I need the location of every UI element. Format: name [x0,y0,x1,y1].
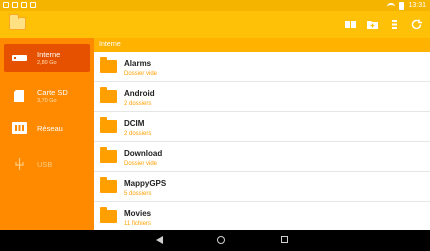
sidebar-item-size: 3,70 Go [37,98,57,104]
network-icon [12,122,27,134]
list-item[interactable]: Download Dossier vide [94,142,430,172]
sidebar-item-label: Carte SD [37,88,68,97]
clock: 13:31 [408,2,426,9]
breadcrumb: Interne [94,38,430,52]
file-name: DCIM [124,119,145,128]
folder-icon [100,207,117,223]
folder-icon [9,14,26,30]
list-item[interactable]: Android 2 dossiers [94,82,430,112]
sd-card-icon [14,90,24,102]
folder-icon [100,87,117,103]
file-name: MappyGPS [124,179,167,188]
recent-apps-icon[interactable] [281,236,288,243]
sidebar-item-size: 2,80 Go [37,60,57,66]
file-name: Android [124,89,155,98]
wifi-icon [387,2,396,9]
sidebar-item-network[interactable]: Réseau [4,114,90,142]
notification-icon [30,2,36,8]
notification-icon [12,2,18,8]
file-name: Download [124,149,163,158]
refresh-button[interactable] [407,15,426,34]
folder-icon [100,117,117,133]
file-meta: 11 fichiers [124,221,151,227]
file-meta: Dossier vide [124,71,158,77]
sidebar-item-sd-card[interactable]: Carte SD 3,70 Go [4,82,90,110]
internal-storage-icon [12,55,27,61]
folder-icon [100,177,117,193]
usb-icon [15,158,24,170]
home-icon[interactable] [217,236,225,244]
app-bar [0,11,430,38]
sidebar-item-label: Réseau [37,124,63,133]
app-bar-actions [341,15,426,34]
list-item[interactable]: MappyGPS 5 dossiers [94,172,430,202]
status-indicators: 13:31 [387,1,426,10]
sort-icon [392,20,397,29]
sidebar-item-usb[interactable]: USB [4,150,90,178]
breadcrumb-item[interactable]: Interne [99,41,121,48]
refresh-icon [411,19,422,30]
new-folder-icon [367,21,378,29]
sidebar-item-internal[interactable]: Interne 2,80 Go [4,44,90,72]
sidebar-item-label: Interne [37,50,61,59]
grid-view-icon [345,21,356,28]
folder-icon [100,147,117,163]
notification-icon [3,2,9,8]
battery-icon [399,1,405,10]
notification-icons [3,2,36,8]
list-item[interactable]: Movies 11 fichiers [94,202,430,230]
folder-icon [100,57,117,73]
file-meta: Dossier vide [124,161,158,167]
back-icon[interactable] [156,236,163,244]
sidebar-item-label: USB [37,160,53,169]
file-name: Alarms [124,59,152,68]
file-name: Movies [124,209,152,218]
status-bar: 13:31 [0,0,430,11]
notification-icon [21,2,27,8]
file-meta: 2 dossiers [124,101,152,107]
file-meta: 5 dossiers [124,191,152,197]
navigation-bar [0,230,430,251]
grid-view-button[interactable] [341,15,360,34]
sort-button[interactable] [385,15,404,34]
list-item[interactable]: DCIM 2 dossiers [94,112,430,142]
sidebar: Interne 2,80 Go Carte SD 3,70 Go Réseau … [0,38,94,230]
file-meta: 2 dossiers [124,131,152,137]
file-list: Alarms Dossier vide Android 2 dossiers D… [94,52,430,230]
list-item[interactable]: Alarms Dossier vide [94,52,430,82]
new-folder-button[interactable] [363,15,382,34]
